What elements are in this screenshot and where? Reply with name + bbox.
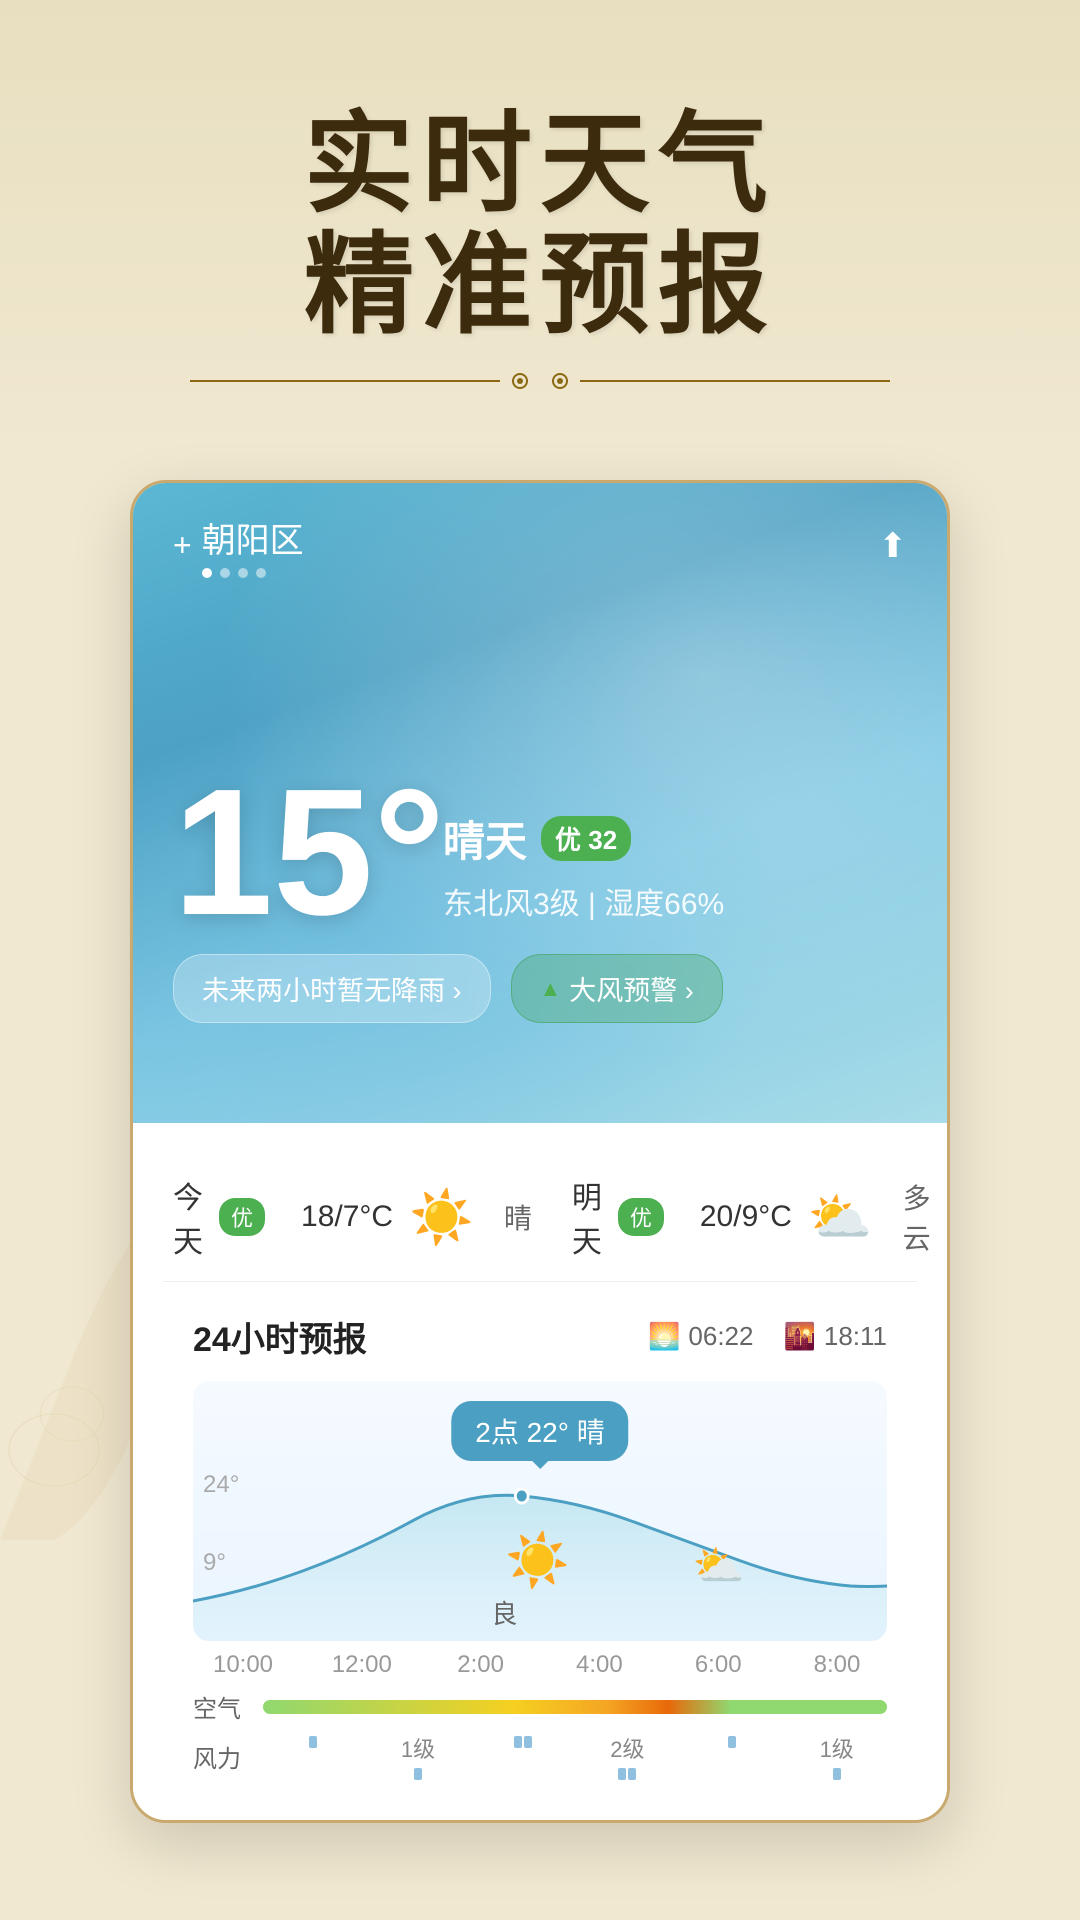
sunrise-item: 🌅 06:22 [648,1321,753,1352]
hero-title-2: 精准预报 [304,225,776,346]
air-quality-bar [263,1700,887,1714]
forecast-title: 24小时预报 [193,1312,367,1361]
today-condition: 晴 [504,1197,532,1237]
hero-title-1: 实时天气 [304,104,776,225]
wind-bar [309,1736,317,1748]
wind-bar [514,1736,522,1748]
wind-bar [414,1768,422,1780]
separator: | [588,888,604,921]
location-name: 朝阳区 [202,513,304,562]
today-icon: ☀️ [409,1187,474,1248]
chart-quality-label: 良 [491,1594,517,1631]
wind-alert-btn[interactable]: ▲ 大风预警 › [511,954,723,1023]
rain-alert-btn[interactable]: 未来两小时暂无降雨 › [173,954,491,1023]
today-label: 今天 [173,1173,203,1261]
time-2: 2:00 [441,1651,521,1679]
time-12: 12:00 [322,1651,402,1679]
chart-sun-icon: ☀️ [505,1530,570,1591]
air-label: 空气 [193,1689,253,1724]
weather-details: 东北风3级 | 湿度66% [443,879,724,923]
time-8: 8:00 [797,1651,877,1679]
tomorrow-label: 明天 [572,1173,602,1261]
wind-info: 东北风3级 [443,888,580,921]
forecast-header: 24小时预报 🌅 06:22 🌇 18:11 [193,1312,887,1361]
hero-section: 实时天气 精准预报 [0,0,1080,460]
wind-alert-text: 大风预警 › [569,969,694,1008]
sun-times: 🌅 06:22 🌇 18:11 [648,1321,887,1352]
wind-label: 风力 [193,1739,253,1774]
wind-bar [618,1768,626,1780]
tomorrow-badge: 优 [618,1198,664,1236]
chart-cloud-icon: ⛅ [693,1542,745,1591]
sunrise-time: 06:22 [688,1321,753,1352]
wind-segments: 1级 2级 [263,1732,887,1780]
time-6: 6:00 [678,1651,758,1679]
time-4: 4:00 [559,1651,639,1679]
today-item: 今天 优 18/7°C ☀️ 晴 [173,1173,532,1261]
wind-bar [628,1768,636,1780]
divider-circle-left [512,373,528,389]
weather-info: 晴天 优 32 东北风3级 | 湿度66% [443,808,724,923]
app-card: + 朝阳区 ⬆ 15° 晴天 优 [130,480,950,1823]
chart-tooltip: 2点 22° 晴 [451,1401,628,1461]
share-icon[interactable]: ⬆ [879,526,908,566]
tomorrow-item: 明天 优 20/9°C ⛅ 多云 [572,1173,931,1261]
weather-top-area: + 朝阳区 ⬆ 15° 晴天 优 [133,483,947,1123]
hourly-forecast-section: 24小时预报 🌅 06:22 🌇 18:11 2点 22° 晴 [163,1282,917,1800]
weather-bottom: 今天 优 18/7°C ☀️ 晴 明天 优 20/9°C ⛅ 多云 24小时预报 [133,1123,947,1820]
tomorrow-icon: ⛅ [808,1187,873,1248]
aqi-label: 优 [555,825,581,855]
sunrise-icon: 🌅 [648,1321,680,1352]
condition-row: 晴天 优 32 [443,808,724,869]
wind-row: 风力 1级 [193,1732,887,1780]
time-labels-row: 10:00 12:00 2:00 4:00 6:00 8:00 [193,1651,887,1679]
page-indicator [202,568,304,578]
air-quality-row: 空气 [193,1689,887,1724]
aqi-value: 32 [588,825,617,855]
wind-bar [833,1768,841,1780]
weather-header: + 朝阳区 ⬆ [173,513,907,578]
dot-4 [256,568,266,578]
sunset-icon: 🌇 [783,1321,815,1352]
rain-alert-text: 未来两小时暂无降雨 › [202,969,462,1008]
temperature-value: 15° [173,763,445,943]
temperature-display: 15° [173,763,445,943]
weather-alerts: 未来两小时暂无降雨 › ▲ 大风预警 › [173,954,723,1023]
today-badge: 优 [219,1198,265,1236]
location-area: + 朝阳区 [173,513,304,578]
tomorrow-condition: 多云 [903,1177,931,1257]
dot-2 [220,568,230,578]
divider [190,366,890,396]
tomorrow-temp: 20/9°C [700,1200,792,1234]
time-10: 10:00 [203,1651,283,1679]
hourly-chart: 2点 22° 晴 24° 9° [193,1381,887,1641]
divider-circle-right [552,373,568,389]
add-location-icon[interactable]: + [173,527,192,564]
dot-3 [238,568,248,578]
today-temp: 18/7°C [301,1200,393,1234]
daily-forecast-row: 今天 优 18/7°C ☀️ 晴 明天 优 20/9°C ⛅ 多云 [163,1153,917,1282]
sunset-time: 18:11 [824,1321,887,1352]
humidity-info: 湿度66% [604,888,724,921]
wind-bar [728,1736,736,1748]
wind-bar [524,1736,532,1748]
sunset-item: 🌇 18:11 [783,1321,887,1352]
aqi-badge: 优 32 [541,816,631,861]
condition-text: 晴天 [443,808,527,869]
dot-1 [202,568,212,578]
